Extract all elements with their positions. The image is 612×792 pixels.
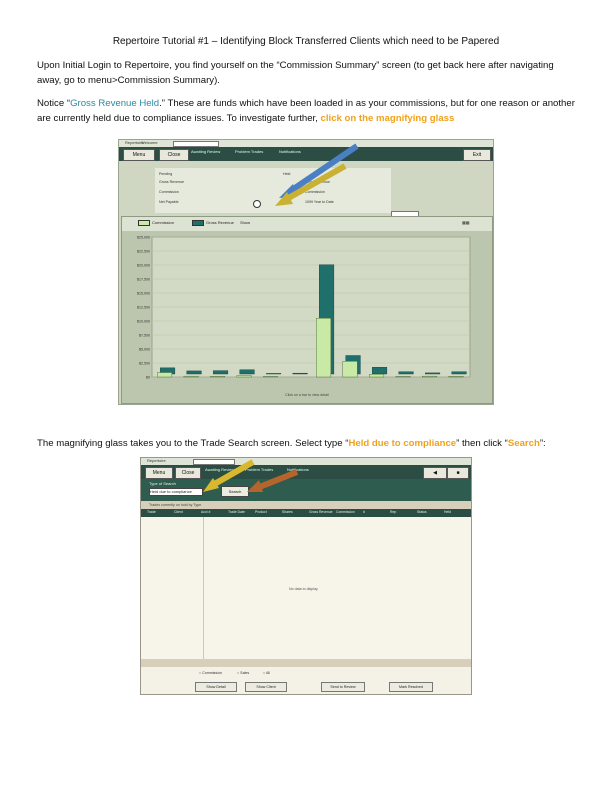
y-tick-label: $5,000 (139, 348, 150, 352)
y-tick-label: $17,500 (137, 278, 150, 282)
bar-commission[interactable] (395, 376, 411, 378)
legend-commission: Commission (138, 220, 174, 226)
y-tick-label: $2,500 (139, 362, 150, 366)
bar-commission[interactable] (263, 376, 279, 378)
bar-commission[interactable] (422, 375, 438, 378)
y-tick-label: $0 (146, 376, 150, 380)
instruction-text-c: ”: (539, 438, 546, 449)
bar-gross-revenue[interactable] (372, 367, 388, 375)
chart-toolbar: Commission Gross Revenue Show ▦▦ (122, 217, 492, 231)
annotation-arrows-2 (203, 459, 299, 492)
trade-search-screenshot: Repertoire Menu Close Awaiting Review Pr… (140, 457, 472, 695)
gross-revenue-swatch (192, 220, 204, 226)
bar-commission[interactable] (183, 375, 199, 378)
bar-gross-revenue[interactable] (425, 372, 441, 375)
orange-arrow-head (247, 480, 263, 492)
y-tick-label: $20,000 (137, 264, 150, 268)
search-highlight: Search (507, 438, 540, 449)
bar-gross-revenue[interactable] (398, 371, 414, 375)
chart-footer-note: Click on a bar to view detail (285, 393, 329, 397)
gross-revenue-held-highlight: Gross Revenue Held (70, 98, 160, 109)
y-tick-label: $7,500 (139, 334, 150, 338)
instruction-paragraph: The magnifying glass takes you to the Tr… (37, 436, 577, 451)
yellow-arrow-2 (209, 459, 255, 489)
y-tick-label: $25,000 (137, 236, 150, 240)
legend-gross-revenue: Gross Revenue (192, 220, 234, 226)
commission-swatch (138, 220, 150, 226)
bar-commission[interactable] (342, 361, 358, 378)
show-label: Show (240, 220, 251, 225)
held-due-to-compliance-highlight: Held due to compliance (348, 438, 457, 449)
bar-gross-revenue[interactable] (213, 370, 229, 375)
y-tick-label: $22,500 (137, 250, 150, 254)
instruction-text-a: The magnifying glass takes you to the Tr… (37, 438, 349, 449)
bar-gross-revenue[interactable] (266, 373, 282, 375)
bar-commission[interactable] (236, 375, 252, 378)
orange-arrow (255, 469, 299, 491)
magnifying-glass-instruction: click on the magnifying glass (320, 113, 455, 124)
bar-chart: $25,000 $22,500 $20,000 $17,500 $15,000 $12,5… (137, 236, 471, 380)
intro-paragraph: Upon Initial Login to Repertoire, you fi… (37, 60, 554, 86)
notice-paragraph: Notice “Gross Revenue Held.” These are f… (37, 96, 577, 126)
y-tick-label: $12,500 (137, 306, 150, 310)
bar-gross-revenue[interactable] (451, 371, 467, 375)
bar-commission[interactable] (369, 373, 385, 378)
y-tick-label: $10,000 (137, 320, 150, 324)
revenue-chart-panel: Commission Gross Revenue Show ▦▦ $25,000… (121, 216, 493, 404)
legend-gross-label: Gross Revenue (206, 220, 234, 226)
y-tick-label: $15,000 (137, 292, 150, 296)
instruction-text-b: ” then click “ (456, 438, 508, 449)
legend-commission-label: Commission (152, 220, 175, 226)
bar-gross-revenue[interactable] (239, 369, 255, 375)
bar-commission[interactable] (210, 376, 226, 378)
page-title: Repertoire Tutorial #1 – Identifying Blo… (112, 36, 500, 47)
chart-tools-icon[interactable]: ▦▦ (462, 220, 470, 226)
blue-arrow (287, 143, 359, 195)
bar-gross-revenue[interactable] (292, 372, 308, 375)
notice-text-a: Notice “ (37, 98, 71, 109)
commission-summary-screenshot: Repertoire Welcome Menu Close Awaiting R… (118, 139, 494, 405)
bar-commission[interactable] (316, 317, 332, 378)
bar-gross-revenue[interactable] (186, 370, 202, 375)
show-dropdown[interactable]: Show (240, 220, 250, 226)
bar-commission[interactable] (448, 376, 464, 378)
bar-commission[interactable] (157, 372, 173, 378)
